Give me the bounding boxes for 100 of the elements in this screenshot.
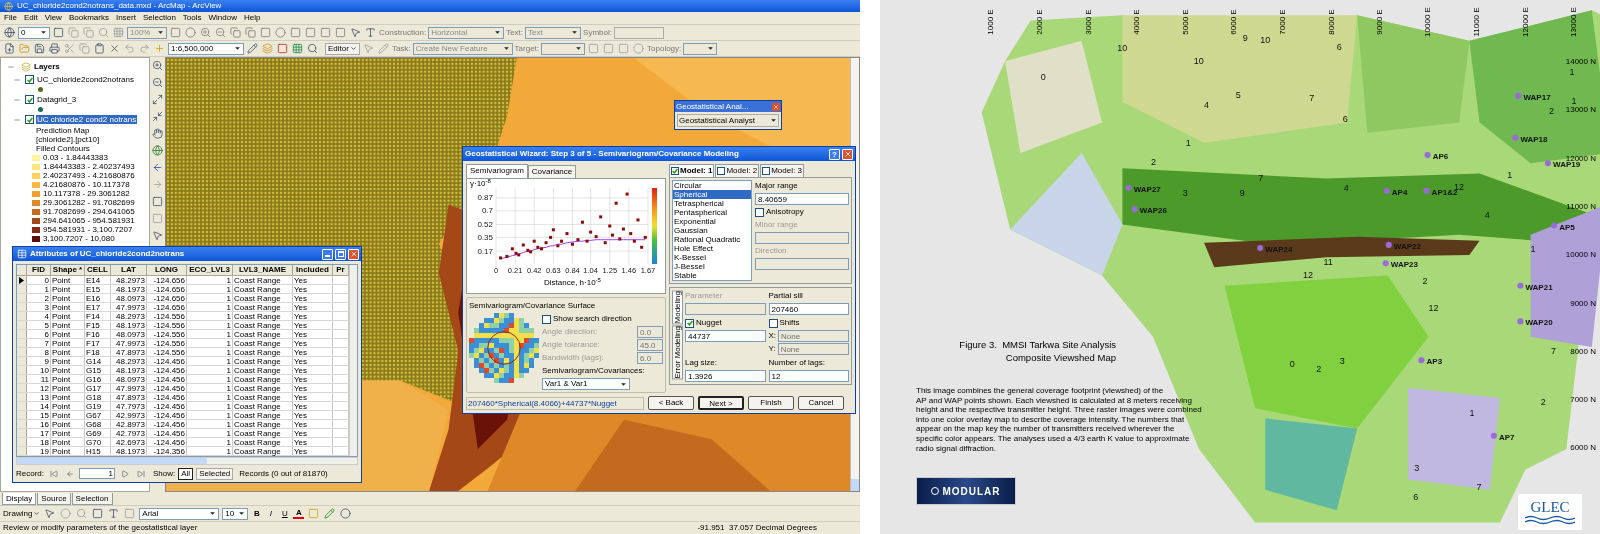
table-cell: Coast Range (233, 402, 293, 410)
tab[interactable]: Covariance (527, 165, 577, 178)
lag-count-field[interactable]: 12 (768, 370, 849, 382)
column-header[interactable]: FID (27, 265, 51, 275)
editor-menu-button[interactable]: Editor (325, 42, 360, 55)
underline-button[interactable]: U (279, 507, 291, 520)
table-cell: Coast Range (233, 330, 293, 338)
model-list-item[interactable]: Exponential (673, 217, 751, 226)
column-header[interactable]: Included (293, 265, 333, 275)
tab[interactable]: Source (37, 493, 71, 505)
italic-button[interactable]: I (265, 507, 277, 520)
show-option-button[interactable]: All (178, 467, 194, 480)
model-list-item[interactable]: Rational Quadratic (673, 235, 751, 244)
model-list-item[interactable]: K-Bessel (673, 253, 751, 262)
font-color-button[interactable]: A (293, 508, 305, 519)
layer-dropdown[interactable]: 0 (18, 26, 50, 39)
record-field[interactable]: 1 (79, 468, 115, 479)
menu-item[interactable]: Window (208, 12, 237, 24)
nugget-field[interactable]: 44737 (685, 330, 766, 342)
table-cell: Yes (293, 375, 333, 383)
model-list-item[interactable]: Tetraspherical (673, 199, 751, 208)
vertical-tab[interactable]: Modeling (672, 290, 683, 325)
menu-item[interactable]: File (4, 12, 17, 24)
dialog-button[interactable]: Finish (748, 396, 794, 410)
dialog-button[interactable]: Cancel (798, 396, 844, 410)
column-header[interactable]: LAT (111, 265, 147, 275)
model-list-item[interactable]: Spherical (673, 190, 751, 199)
table-cell: F14 (85, 312, 111, 320)
table-cell: Point (51, 357, 85, 365)
show-option-button[interactable]: Selected (196, 467, 234, 480)
table-cell: 1 (187, 366, 233, 374)
help-button[interactable]: ? (829, 148, 840, 160)
dialog-button[interactable]: Next > (698, 396, 744, 410)
table-cell: Yes (293, 303, 333, 311)
table-cell: G17 (85, 384, 111, 392)
shift-field[interactable]: None (777, 343, 849, 355)
toolbar-title: Geostatistical Anal... (676, 100, 749, 113)
model-list-item[interactable]: Hole Effect (673, 244, 751, 253)
tab[interactable]: Selection (71, 493, 113, 505)
menu-item[interactable]: Insert (115, 12, 136, 24)
model-list-item[interactable]: Gaussian (673, 226, 751, 235)
table-cell: 47.9973 (111, 303, 147, 311)
field-label: Bandwidth (lags): (542, 352, 604, 364)
table-cell: F16 (85, 330, 111, 338)
layer-name[interactable]: Datagrid_3 (36, 95, 78, 104)
menu-item[interactable]: Edit (23, 12, 38, 24)
table-cell: Point (51, 429, 85, 437)
column-header[interactable]: LVL3_NAME (233, 265, 293, 275)
tab[interactable]: Display (2, 493, 37, 505)
table-cell: 6 (27, 330, 51, 338)
model-tab[interactable]: Model: 3 (760, 164, 804, 177)
scale-dropdown[interactable]: 1:6,500,000 (168, 42, 244, 55)
easting-label: 13000 E (1569, 6, 1580, 39)
bold-button[interactable]: B (251, 507, 263, 520)
layer-name[interactable]: UC chloride2 cond2 notrans (36, 115, 138, 124)
coverage-count-label: 11 (1323, 256, 1333, 270)
model-list-item[interactable]: Stable (673, 271, 751, 280)
site-label: WAP21 (1525, 281, 1553, 294)
table-cell: 1 (187, 411, 233, 419)
analyst-menu-button[interactable]: Geostatistical Analyst (677, 114, 779, 127)
site-label: AP3 (1426, 356, 1443, 369)
column-header[interactable]: CELL (85, 265, 111, 275)
dialog-button[interactable]: < Back (648, 396, 694, 410)
table-cell: -124.456 (147, 375, 187, 383)
coverage-count-label: 12 (1428, 302, 1439, 316)
tab[interactable]: Semivariogram (466, 164, 528, 178)
table-cell: Yes (293, 429, 333, 437)
model-list-item[interactable]: Pentaspherical (673, 208, 751, 217)
dataset-dropdown[interactable]: Var1 & Var1 (542, 378, 630, 390)
menu-item[interactable]: Bookmarks (68, 12, 109, 24)
lag-size-field[interactable]: 1.3926 (685, 370, 766, 382)
menu-item[interactable]: Help (244, 12, 261, 24)
legend-label: 2.40237493 - 4.21680876 (43, 171, 135, 180)
column-header[interactable]: ECO_LVL3 (187, 265, 233, 275)
font-dropdown[interactable]: Arial (139, 507, 220, 520)
sill-field[interactable]: 207460 (768, 303, 849, 315)
shift-field[interactable]: None (778, 330, 849, 342)
range-field[interactable]: 8.40659 (755, 193, 849, 205)
table-cell: -124.456 (147, 366, 187, 374)
layer-name[interactable]: UC_chloride2cond2notrans (36, 75, 135, 84)
table-cell: 1 (187, 447, 233, 455)
font-size-dropdown[interactable]: 10 (222, 507, 249, 520)
model-list-item[interactable]: Circular (673, 181, 751, 190)
drawing-menu-button[interactable]: Drawing (3, 507, 41, 520)
menu-item[interactable]: Tools (182, 12, 202, 24)
menu-item[interactable]: View (44, 12, 62, 24)
model-tab[interactable]: Model: 2 (715, 164, 760, 177)
column-header[interactable]: Shape * (51, 265, 85, 275)
table-cell: Point (51, 285, 85, 293)
table-cell: F18 (85, 348, 111, 356)
toolbar-label: Construction: (379, 26, 427, 39)
model-tab[interactable]: Model: 1 (669, 164, 715, 177)
model-list-item[interactable]: J-Bessel (673, 262, 751, 271)
column-header[interactable]: LONG (147, 265, 187, 275)
menu-item[interactable]: Selection (142, 12, 176, 24)
vertical-tab[interactable]: Error Modeling (672, 325, 683, 380)
coverage-count-label: 2 (1316, 363, 1322, 377)
table-cell: Point (51, 330, 85, 338)
easting-label: 4000 E (1131, 8, 1142, 37)
table-cell: 19 (27, 447, 51, 455)
